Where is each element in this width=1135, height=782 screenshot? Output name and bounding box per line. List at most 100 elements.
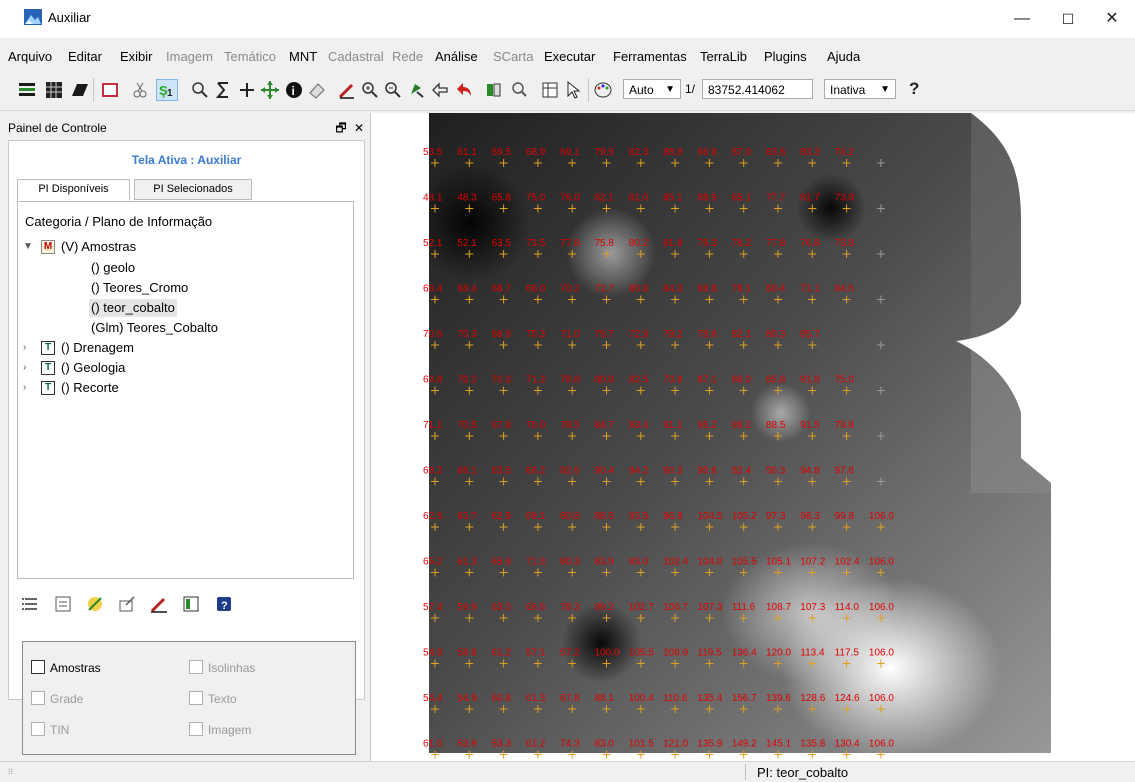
pencil-icon[interactable]: [337, 80, 357, 100]
sample-value-label: 70.3: [526, 329, 546, 340]
tree-item-teor-cobalto[interactable]: () teor_cobalto: [89, 299, 177, 317]
checkbox-box[interactable]: [189, 691, 203, 705]
table-icon[interactable]: [540, 80, 560, 100]
pencil-icon[interactable]: [148, 593, 170, 615]
layers-icon[interactable]: [17, 80, 37, 100]
sample-value-label: 128.6: [800, 693, 825, 704]
sample-value-label: 105.2: [732, 511, 757, 522]
checkbox-box[interactable]: [31, 660, 45, 674]
zoom-area-icon[interactable]: [383, 80, 403, 100]
sample-value-label: 84.3: [663, 284, 683, 295]
map-canvas[interactable]: 53.5 61.1 69.5 68.9 69.1 79.5 82.3 88.8 96.9 87.0…: [371, 113, 1135, 761]
edit-table-icon[interactable]: [116, 593, 138, 615]
menu-cadastral[interactable]: Cadastral: [328, 49, 384, 64]
tree-item-recorte[interactable]: › T () Recorte: [23, 379, 323, 397]
tab-pi-disponiveis[interactable]: PI Disponíveis: [17, 179, 130, 201]
legend-icon[interactable]: [180, 593, 202, 615]
sample-value-label: 90.4: [595, 466, 615, 477]
grid-icon[interactable]: [44, 80, 64, 100]
pan-icon[interactable]: [260, 80, 280, 100]
sample-value-label: 68.2: [423, 466, 443, 477]
interpolation-grid-map[interactable]: 53.5 61.1 69.5 68.9 69.1 79.5 82.3 88.8 96.9 87.0…: [371, 113, 1135, 761]
float-icon[interactable]: 🗗: [335, 121, 346, 135]
sample-value-label: 73.8: [663, 375, 683, 386]
menu-ferramentas[interactable]: Ferramentas: [613, 49, 687, 64]
list-icon[interactable]: [20, 593, 42, 615]
eraser-icon[interactable]: [307, 80, 327, 100]
grade-checkbox[interactable]: Grade: [31, 691, 83, 706]
menu-arquivo[interactable]: Arquivo: [8, 49, 52, 64]
state-dropdown[interactable]: Inativa ▼: [824, 79, 896, 99]
menu-tematico[interactable]: Temático: [224, 49, 276, 64]
close-button[interactable]: ✕: [1089, 0, 1135, 38]
menu-executar[interactable]: Executar: [544, 49, 595, 64]
menu-plugins[interactable]: Plugins: [764, 49, 807, 64]
checkbox-box[interactable]: [31, 691, 45, 705]
info-icon[interactable]: i: [284, 80, 304, 100]
checkbox-box[interactable]: [189, 722, 203, 736]
polygon-icon[interactable]: [70, 80, 90, 100]
panel-close-icon[interactable]: ✕: [354, 121, 364, 135]
menu-rede[interactable]: Rede: [392, 49, 423, 64]
texto-checkbox[interactable]: Texto: [189, 691, 237, 706]
tab-pi-selecionados[interactable]: PI Selecionados: [134, 179, 252, 200]
checkbox-box[interactable]: [31, 722, 45, 736]
sigma-icon[interactable]: [214, 80, 234, 100]
tree-item-teores-cobalto-glm[interactable]: (Glm) Teores_Cobalto: [91, 319, 218, 337]
theme-icon[interactable]: [84, 593, 106, 615]
cut-icon[interactable]: [130, 80, 150, 100]
zoom-out-icon[interactable]: [190, 80, 210, 100]
menu-scarta[interactable]: SCarta: [493, 49, 533, 64]
menu-imagem[interactable]: Imagem: [166, 49, 213, 64]
menu-terralib[interactable]: TerraLib: [700, 49, 747, 64]
menu-exibir[interactable]: Exibir: [120, 49, 153, 64]
tree-item-geologia[interactable]: › T () Geologia: [23, 359, 323, 377]
menu-ajuda[interactable]: Ajuda: [827, 49, 860, 64]
sample-value-label: 83.6: [766, 147, 786, 158]
scale-icon[interactable]: [510, 80, 530, 100]
sample-value-label: 105.5: [629, 648, 654, 659]
checkbox-box[interactable]: [189, 660, 203, 674]
menu-mnt[interactable]: MNT: [289, 49, 317, 64]
undo-icon[interactable]: [454, 80, 474, 100]
sample-value-label: 82.6: [560, 466, 580, 477]
sample-value-label: 106.0: [869, 693, 894, 704]
tree-item-geolo[interactable]: () geolo: [91, 259, 135, 277]
back-arrow-icon[interactable]: [430, 80, 450, 100]
scale-mode-dropdown[interactable]: Auto ▼: [623, 79, 681, 99]
animation-icon[interactable]: [485, 80, 505, 100]
chevron-right-icon[interactable]: ›: [23, 379, 35, 397]
isolinhas-checkbox[interactable]: Isolinhas: [189, 660, 255, 675]
imagem-checkbox[interactable]: Imagem: [189, 722, 251, 737]
cursor-icon[interactable]: [564, 80, 584, 100]
sample-value-label: 78.5: [560, 420, 580, 431]
maximize-button[interactable]: ☐: [1045, 0, 1091, 38]
minimize-button[interactable]: —: [999, 0, 1045, 38]
menu-analise[interactable]: Análise: [435, 49, 478, 64]
sample-value-label: 105.5: [732, 557, 757, 568]
sample-value-label: 68.9: [492, 329, 512, 340]
zoom-in-icon[interactable]: [360, 80, 380, 100]
tree-item-teores-cromo[interactable]: () Teores_Cromo: [91, 279, 188, 297]
tree-item-amostras[interactable]: ▼ M (V) Amostras: [23, 238, 323, 256]
category-t-icon: T: [41, 361, 55, 375]
help-icon[interactable]: ?: [909, 79, 919, 99]
amostras-checkbox[interactable]: Amostras: [31, 660, 101, 675]
chart-icon[interactable]: Ş1: [156, 79, 178, 101]
sample-value-label: 78.6: [697, 329, 717, 340]
help-book-icon[interactable]: ?: [213, 593, 235, 615]
window-icon[interactable]: [100, 80, 120, 100]
sample-value-label: 85.8: [766, 375, 786, 386]
chevron-right-icon[interactable]: ›: [23, 339, 35, 357]
sample-value-label: 107.3: [800, 602, 825, 613]
properties-icon[interactable]: [52, 593, 74, 615]
chevron-right-icon[interactable]: ›: [23, 359, 35, 377]
scale-input[interactable]: 83752.414062: [702, 79, 813, 99]
plus-icon[interactable]: [237, 80, 257, 100]
tin-checkbox[interactable]: TIN: [31, 722, 69, 737]
menu-editar[interactable]: Editar: [68, 49, 102, 64]
zoom-previous-icon[interactable]: [407, 80, 427, 100]
chevron-down-icon[interactable]: ▼: [23, 238, 35, 256]
tree-item-drenagem[interactable]: › T () Drenagem: [23, 339, 323, 357]
palette-icon[interactable]: [593, 80, 613, 100]
